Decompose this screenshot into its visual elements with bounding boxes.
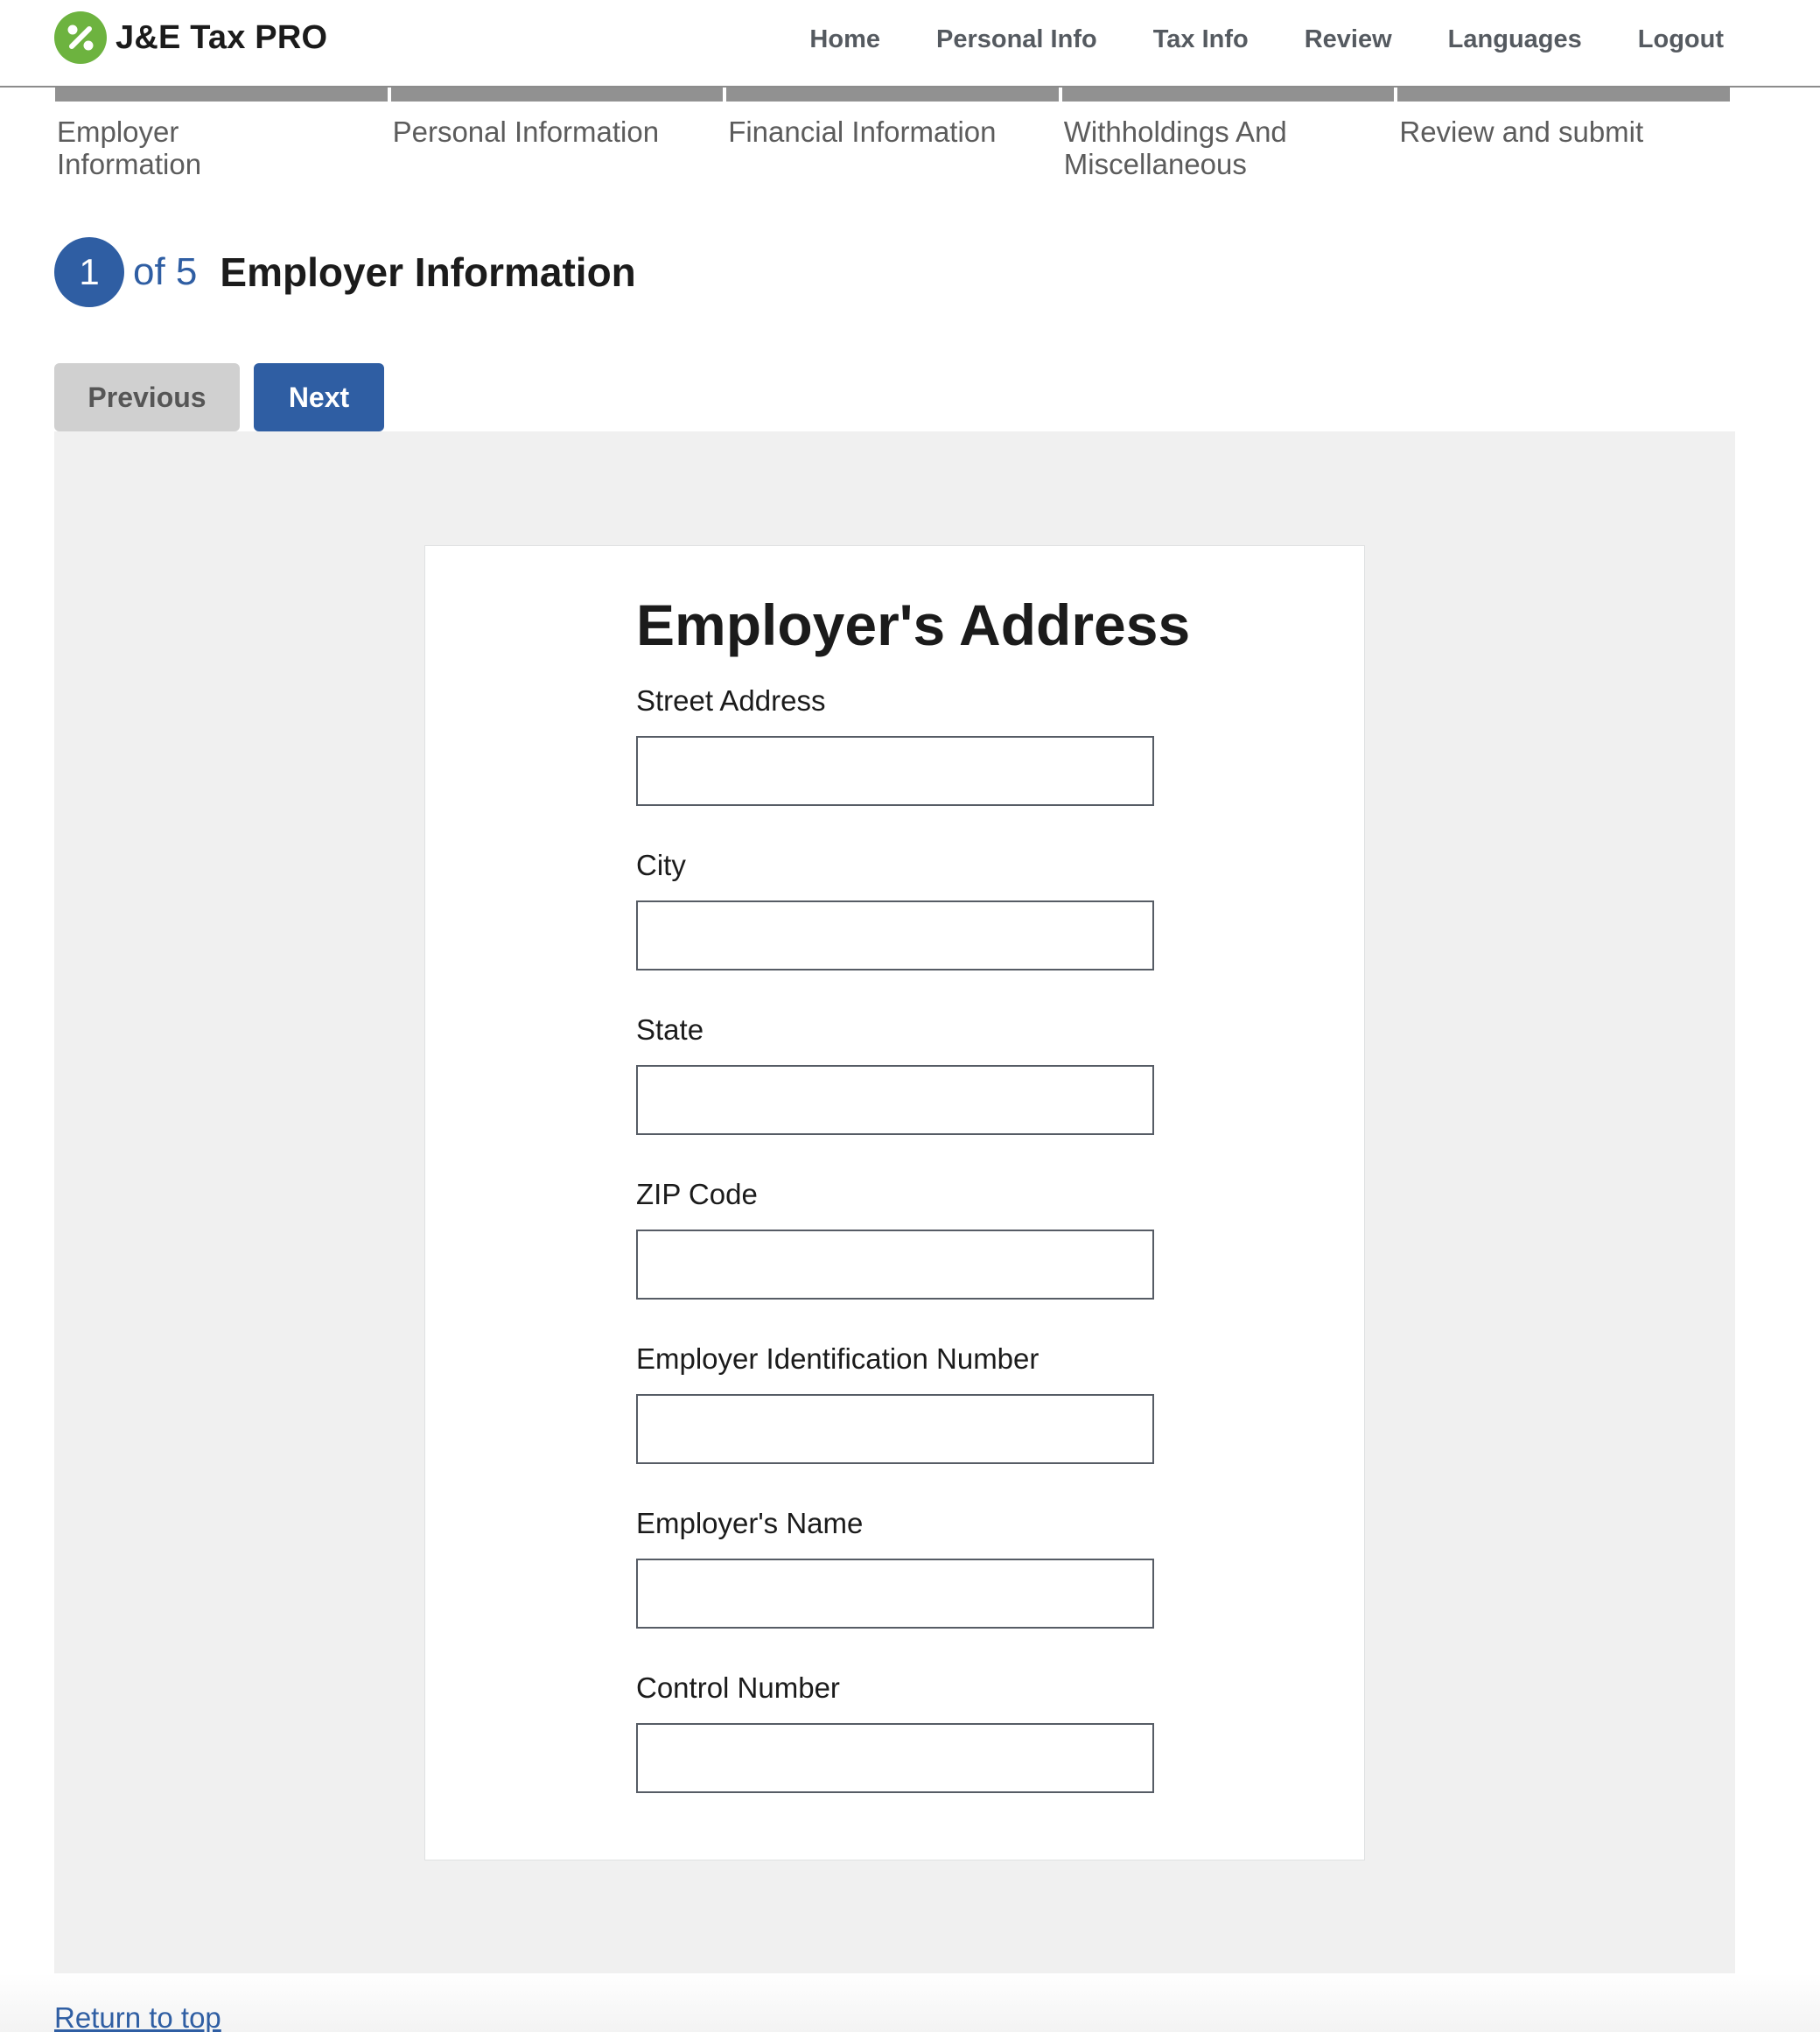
ein-input[interactable] bbox=[636, 1394, 1154, 1464]
employer-name-input[interactable] bbox=[636, 1559, 1154, 1629]
state-label: State bbox=[636, 1013, 704, 1046]
zip-code-field-group: ZIP Code bbox=[636, 1177, 1154, 1300]
step-label: Personal Information bbox=[392, 116, 660, 148]
step-financial-information: Financial Information bbox=[726, 88, 1062, 184]
city-field-group: City bbox=[636, 848, 1154, 970]
previous-button[interactable]: Previous bbox=[54, 363, 240, 431]
step-personal-information: Personal Information bbox=[390, 88, 727, 184]
form-panel: Employer's Address Street Address City S… bbox=[54, 431, 1735, 1973]
city-label: City bbox=[636, 849, 686, 881]
control-number-input[interactable] bbox=[636, 1723, 1154, 1793]
ein-field-group: Employer Identification Number bbox=[636, 1342, 1154, 1464]
page-footer: Return to top bbox=[0, 1973, 1820, 2032]
ein-label: Employer Identification Number bbox=[636, 1342, 1040, 1375]
employer-name-field-group: Employer's Name bbox=[636, 1506, 1154, 1629]
step-label: Employer Information bbox=[57, 116, 202, 180]
step-bar bbox=[390, 88, 724, 102]
brand-name: J&E Tax PRO bbox=[116, 18, 328, 56]
return-to-top-link[interactable]: Return to top bbox=[54, 2001, 221, 2032]
site-header: J&E Tax PRO Home Personal Info Tax Info … bbox=[0, 0, 1820, 88]
step-heading: 1 of 5 Employer Information bbox=[54, 236, 636, 308]
step-bar bbox=[55, 88, 388, 102]
step-review-and-submit: Review and submit bbox=[1397, 88, 1733, 184]
main-nav: Home Personal Info Tax Info Review Langu… bbox=[753, 0, 1724, 79]
step-label: Review and submit bbox=[1399, 116, 1644, 148]
zip-code-label: ZIP Code bbox=[636, 1178, 758, 1210]
step-bar bbox=[726, 88, 1059, 102]
step-indicator: Employer Information Personal Informatio… bbox=[55, 88, 1733, 184]
state-field-group: State bbox=[636, 1012, 1154, 1135]
state-input[interactable] bbox=[636, 1065, 1154, 1135]
step-total: of 5 bbox=[133, 250, 198, 293]
employer-address-card: Employer's Address Street Address City S… bbox=[424, 545, 1365, 1860]
nav-logout[interactable]: Logout bbox=[1638, 25, 1724, 54]
street-address-field-group: Street Address bbox=[636, 683, 1154, 806]
step-bar bbox=[1061, 88, 1395, 102]
page-title: Employer Information bbox=[220, 249, 636, 295]
control-number-label: Control Number bbox=[636, 1671, 840, 1704]
step-number-badge: 1 bbox=[54, 237, 124, 307]
step-withholdings-and-miscellaneous: Withholdings And Miscellaneous bbox=[1061, 88, 1398, 184]
control-number-field-group: Control Number bbox=[636, 1671, 1154, 1793]
street-address-input[interactable] bbox=[636, 736, 1154, 806]
nav-personal-info[interactable]: Personal Info bbox=[936, 25, 1097, 54]
form-body: Employer's Address Street Address City S… bbox=[636, 546, 1191, 1793]
step-employer-information: Employer Information bbox=[55, 88, 391, 184]
nav-review[interactable]: Review bbox=[1305, 25, 1392, 54]
next-button[interactable]: Next bbox=[254, 363, 384, 431]
employer-name-label: Employer's Name bbox=[636, 1507, 864, 1539]
percent-icon bbox=[54, 11, 107, 64]
step-label: Withholdings And Miscellaneous bbox=[1063, 116, 1287, 180]
street-address-label: Street Address bbox=[636, 684, 826, 717]
step-bar bbox=[1397, 88, 1730, 102]
nav-languages[interactable]: Languages bbox=[1448, 25, 1582, 54]
step-label: Financial Information bbox=[728, 116, 997, 148]
city-input[interactable] bbox=[636, 900, 1154, 970]
nav-tax-info[interactable]: Tax Info bbox=[1153, 25, 1249, 54]
brand[interactable]: J&E Tax PRO bbox=[54, 11, 327, 64]
nav-home[interactable]: Home bbox=[809, 25, 880, 54]
form-title: Employer's Address bbox=[636, 592, 1191, 657]
zip-code-input[interactable] bbox=[636, 1230, 1154, 1300]
